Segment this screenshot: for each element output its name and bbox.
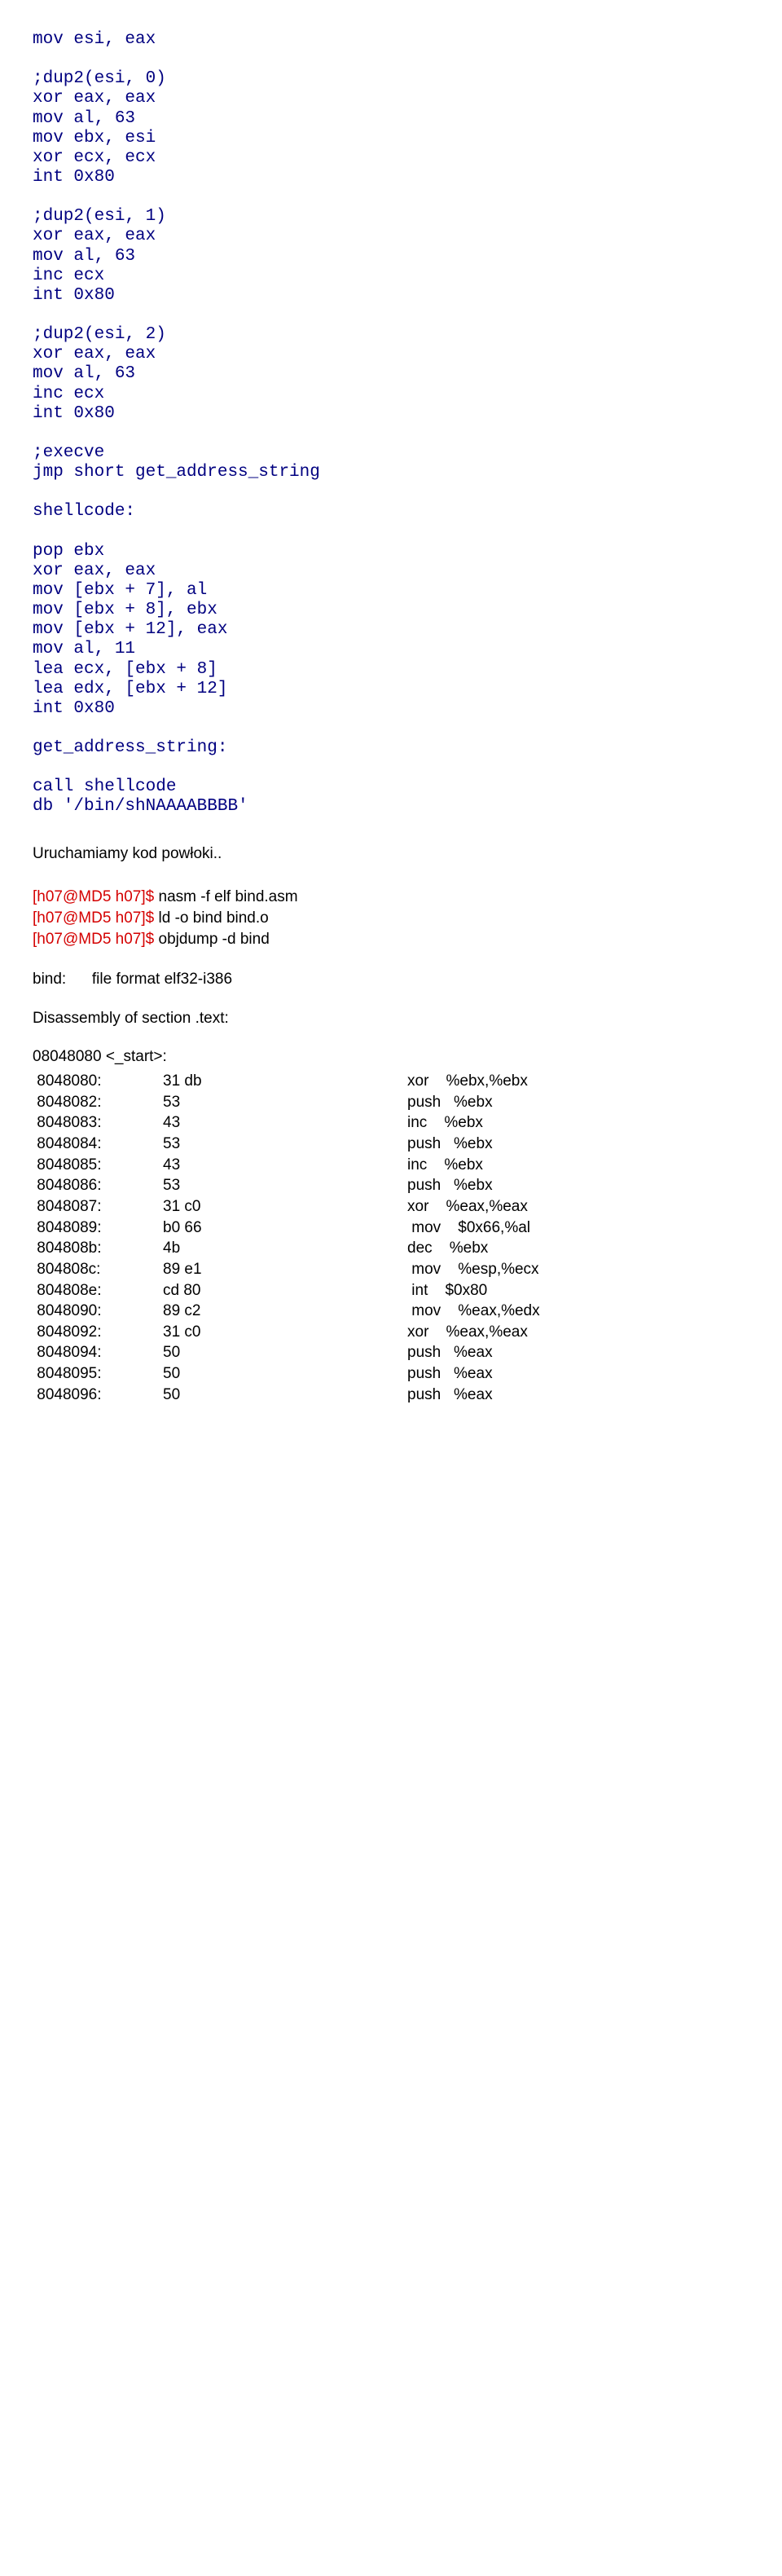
dis-address: 804808c: xyxy=(33,1259,163,1280)
dis-address: 8048080: xyxy=(33,1071,163,1092)
disassembly-row: 8048084:53push %ebx xyxy=(33,1134,749,1155)
dis-address: 8048083: xyxy=(33,1112,163,1134)
disassembly-row: 804808e:cd 80 int $0x80 xyxy=(33,1280,749,1301)
shell-command-line: [h07@MD5 h07]$ objdump -d bind xyxy=(33,929,749,950)
document-page: mov esi, eax ;dup2(esi, 0) xor eax, eax … xyxy=(0,0,782,1438)
dis-address: 8048094: xyxy=(33,1342,163,1363)
dis-address: 8048082: xyxy=(33,1092,163,1113)
disassembly-row: 8048083:43inc %ebx xyxy=(33,1112,749,1134)
dis-instruction: push %ebx xyxy=(407,1092,749,1113)
dis-instruction: int $0x80 xyxy=(407,1280,749,1301)
dis-address: 8048085: xyxy=(33,1155,163,1176)
shell-prompt: [h07@MD5 h07]$ xyxy=(33,888,159,905)
disassembly-row: 8048094:50push %eax xyxy=(33,1342,749,1363)
shell-command-line: [h07@MD5 h07]$ nasm -f elf bind.asm xyxy=(33,887,749,908)
dis-bytes: 31 c0 xyxy=(163,1322,407,1343)
shell-prompt: [h07@MD5 h07]$ xyxy=(33,909,159,927)
dis-bytes: 50 xyxy=(163,1385,407,1406)
dis-address: 804808e: xyxy=(33,1280,163,1301)
disassembly-row: 8048086:53push %ebx xyxy=(33,1175,749,1196)
dis-bytes: b0 66 xyxy=(163,1218,407,1239)
dis-bytes: 4b xyxy=(163,1238,407,1259)
shell-prompt: [h07@MD5 h07]$ xyxy=(33,931,159,948)
dis-address: 8048086: xyxy=(33,1175,163,1196)
dis-instruction: mov %esp,%ecx xyxy=(407,1259,749,1280)
dis-address: 8048089: xyxy=(33,1218,163,1239)
dis-instruction: mov %eax,%edx xyxy=(407,1301,749,1322)
dis-instruction: inc %ebx xyxy=(407,1155,749,1176)
assembly-source-block: mov esi, eax ;dup2(esi, 0) xor eax, eax … xyxy=(33,30,749,817)
disassembly-row: 8048096:50push %eax xyxy=(33,1385,749,1406)
dis-bytes: cd 80 xyxy=(163,1280,407,1301)
file-format-line: bind: file format elf32-i386 xyxy=(33,969,749,990)
disassembly-row: 804808c:89 e1 mov %esp,%ecx xyxy=(33,1259,749,1280)
dis-instruction: push %ebx xyxy=(407,1134,749,1155)
disassembly-row: 8048082:53push %ebx xyxy=(33,1092,749,1113)
dis-address: 8048092: xyxy=(33,1322,163,1343)
run-description: Uruchamiamy kod powłoki.. xyxy=(33,843,749,865)
shell-commands: [h07@MD5 h07]$ nasm -f elf bind.asm [h07… xyxy=(33,887,749,949)
shell-command: objdump -d bind xyxy=(159,931,270,948)
disassembly-header: 08048080 <_start>: xyxy=(33,1046,749,1068)
disassembly-section-line: Disassembly of section .text: xyxy=(33,1008,749,1029)
dis-instruction: inc %ebx xyxy=(407,1112,749,1134)
dis-bytes: 89 c2 xyxy=(163,1301,407,1322)
shell-command: ld -o bind bind.o xyxy=(159,909,269,927)
dis-address: 804808b: xyxy=(33,1238,163,1259)
dis-instruction: xor %eax,%eax xyxy=(407,1196,749,1218)
dis-address: 8048095: xyxy=(33,1363,163,1385)
dis-instruction: push %eax xyxy=(407,1342,749,1363)
dis-address: 8048096: xyxy=(33,1385,163,1406)
dis-address: 8048090: xyxy=(33,1301,163,1322)
disassembly-block: 08048080 <_start>: 8048080:31 dbxor %ebx… xyxy=(33,1046,749,1405)
dis-address: 8048087: xyxy=(33,1196,163,1218)
dis-bytes: 31 c0 xyxy=(163,1196,407,1218)
dis-instruction: push %ebx xyxy=(407,1175,749,1196)
dis-instruction: push %eax xyxy=(407,1385,749,1406)
disassembly-row: 804808b:4bdec %ebx xyxy=(33,1238,749,1259)
dis-bytes: 53 xyxy=(163,1134,407,1155)
shell-command-line: [h07@MD5 h07]$ ld -o bind bind.o xyxy=(33,908,749,929)
disassembly-row: 8048089:b0 66 mov $0x66,%al xyxy=(33,1218,749,1239)
dis-bytes: 50 xyxy=(163,1342,407,1363)
disassembly-row: 8048090:89 c2 mov %eax,%edx xyxy=(33,1301,749,1322)
dis-instruction: dec %ebx xyxy=(407,1238,749,1259)
dis-bytes: 43 xyxy=(163,1112,407,1134)
dis-instruction: xor %eax,%eax xyxy=(407,1322,749,1343)
shell-command: nasm -f elf bind.asm xyxy=(159,888,298,905)
disassembly-row: 8048092:31 c0xor %eax,%eax xyxy=(33,1322,749,1343)
dis-bytes: 53 xyxy=(163,1175,407,1196)
dis-address: 8048084: xyxy=(33,1134,163,1155)
disassembly-row: 8048095:50push %eax xyxy=(33,1363,749,1385)
dis-bytes: 43 xyxy=(163,1155,407,1176)
dis-bytes: 50 xyxy=(163,1363,407,1385)
dis-instruction: mov $0x66,%al xyxy=(407,1218,749,1239)
dis-instruction: push %eax xyxy=(407,1363,749,1385)
dis-bytes: 53 xyxy=(163,1092,407,1113)
disassembly-row: 8048080:31 dbxor %ebx,%ebx xyxy=(33,1071,749,1092)
dis-bytes: 89 e1 xyxy=(163,1259,407,1280)
disassembly-row: 8048085:43inc %ebx xyxy=(33,1155,749,1176)
disassembly-row: 8048087:31 c0xor %eax,%eax xyxy=(33,1196,749,1218)
dis-instruction: xor %ebx,%ebx xyxy=(407,1071,749,1092)
dis-bytes: 31 db xyxy=(163,1071,407,1092)
